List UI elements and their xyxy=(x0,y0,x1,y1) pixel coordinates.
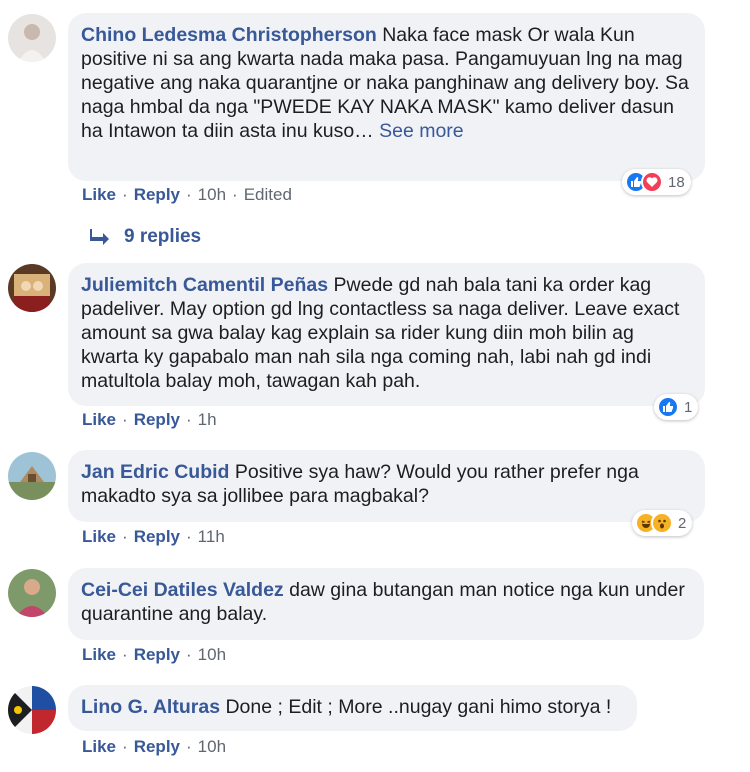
like-button[interactable]: Like xyxy=(82,737,116,756)
like-icon xyxy=(657,396,679,418)
reply-arrow-icon xyxy=(90,229,109,245)
avatar[interactable] xyxy=(8,452,56,500)
see-more-link[interactable]: See more xyxy=(379,120,464,142)
comment-bubble: Cei-Cei Datiles Valdez daw gina butangan… xyxy=(68,568,704,640)
avatar[interactable] xyxy=(8,264,56,312)
avatar[interactable] xyxy=(8,569,56,617)
comment-author[interactable]: Juliemitch Camentil Peñas xyxy=(81,274,328,296)
like-button[interactable]: Like xyxy=(82,185,116,204)
reply-button[interactable]: Reply xyxy=(134,185,180,204)
comment-actions: Like · Reply · 10h xyxy=(82,645,227,664)
comment-author[interactable]: Jan Edric Cubid xyxy=(81,461,229,483)
reaction-count: 2 xyxy=(678,514,687,532)
comment-bubble: Jan Edric Cubid Positive sya haw? Would … xyxy=(68,450,705,522)
timestamp[interactable]: 10h xyxy=(198,645,226,664)
like-button[interactable]: Like xyxy=(82,410,116,429)
timestamp[interactable]: 11h xyxy=(198,527,225,546)
timestamp[interactable]: 10h xyxy=(198,737,226,756)
comment-bubble: Lino G. Alturas Done ; Edit ; More ..nug… xyxy=(68,685,637,731)
comment-actions: Like · Reply · 1h xyxy=(82,410,217,429)
comment-bubble: Chino Ledesma Christopherson Naka face m… xyxy=(68,13,705,181)
reaction-count: 18 xyxy=(668,173,685,191)
timestamp[interactable]: 10h xyxy=(198,185,226,204)
reaction-summary[interactable]: 18 xyxy=(622,169,691,195)
reply-button[interactable]: Reply xyxy=(134,527,180,546)
reply-button[interactable]: Reply xyxy=(134,410,180,429)
reply-button[interactable]: Reply xyxy=(134,645,180,664)
avatar[interactable] xyxy=(8,14,56,62)
edited-label[interactable]: Edited xyxy=(244,185,292,204)
like-button[interactable]: Like xyxy=(82,527,116,546)
reply-button[interactable]: Reply xyxy=(134,737,180,756)
avatar[interactable] xyxy=(8,686,56,734)
comment-bubble: Juliemitch Camentil Peñas Pwede gd nah b… xyxy=(68,263,705,406)
comment-text: Done ; Edit ; More ..nugay gani himo sto… xyxy=(225,696,612,718)
comment-author[interactable]: Lino G. Alturas xyxy=(81,696,220,718)
like-button[interactable]: Like xyxy=(82,645,116,664)
reaction-summary[interactable]: 1 xyxy=(654,394,699,420)
comment-author[interactable]: Cei-Cei Datiles Valdez xyxy=(81,579,284,601)
comment-actions: Like · Reply · 11h xyxy=(82,527,225,546)
comment-actions: Like · Reply · 10h · Edited xyxy=(82,185,292,204)
wow-icon xyxy=(651,512,673,534)
replies-count: 9 replies xyxy=(124,226,202,247)
comment-actions: Like · Reply · 10h xyxy=(82,737,227,756)
comment-author[interactable]: Chino Ledesma Christopherson xyxy=(81,24,377,46)
reaction-count: 1 xyxy=(684,398,693,416)
view-replies-link[interactable]: 9 replies xyxy=(90,226,201,248)
love-icon xyxy=(641,171,663,193)
reaction-summary[interactable]: 2 xyxy=(632,510,693,536)
timestamp[interactable]: 1h xyxy=(198,410,217,429)
